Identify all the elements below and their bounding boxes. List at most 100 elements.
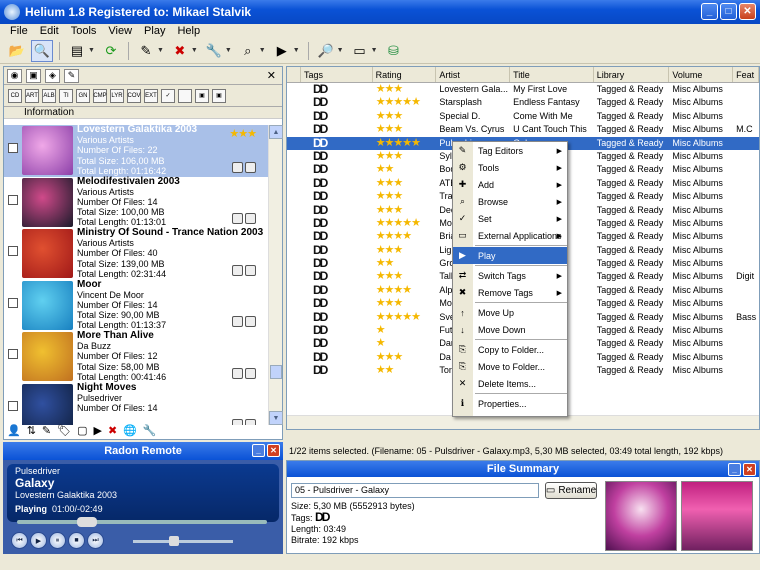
close-button[interactable]: ✕ bbox=[739, 3, 756, 20]
filter-alb-icon[interactable]: ALB bbox=[42, 88, 56, 103]
track-row[interactable]: DD ★★★ Lovestern Gala... My First Love T… bbox=[287, 83, 759, 96]
filter-view2-icon[interactable]: ▣ bbox=[212, 88, 226, 103]
menu-view[interactable]: View bbox=[102, 24, 138, 38]
open-folder-icon[interactable]: 📂 bbox=[6, 40, 28, 62]
next-icon[interactable]: ⏭ bbox=[87, 532, 104, 549]
rating-stars[interactable]: ★★★★★ bbox=[373, 96, 437, 109]
rating-stars[interactable]: ★★★ bbox=[373, 190, 437, 203]
sort-icon[interactable]: ⇅ bbox=[27, 424, 36, 437]
edit-icon[interactable]: ✎ bbox=[42, 424, 51, 437]
filter-ti-icon[interactable]: TI bbox=[59, 88, 73, 103]
column-header-artist[interactable]: Artist bbox=[436, 67, 511, 82]
rating-stars[interactable]: ★★★ bbox=[373, 204, 437, 217]
album-checkbox[interactable] bbox=[8, 194, 18, 205]
track-hscrollbar[interactable] bbox=[287, 415, 759, 429]
menu-file[interactable]: File bbox=[4, 24, 34, 38]
rating-stars[interactable]: ★★ bbox=[373, 364, 437, 377]
album-item[interactable]: More Than Alive Da Buzz Number Of Files:… bbox=[4, 330, 270, 383]
column-header-library[interactable]: Library bbox=[594, 67, 670, 82]
rating-stars[interactable]: ★★ bbox=[373, 163, 437, 176]
rating-stars[interactable]: ★★★ bbox=[373, 150, 437, 163]
rating-stars[interactable]: ★★★ bbox=[373, 270, 437, 283]
filter-uncheck-icon[interactable] bbox=[178, 88, 192, 103]
rating-stars[interactable]: ★★★ bbox=[373, 123, 437, 136]
rating-stars[interactable]: ★★ bbox=[373, 257, 437, 270]
rating-stars[interactable]: ★★★★★ bbox=[373, 217, 437, 230]
rating-stars[interactable]: ★★★ bbox=[373, 297, 437, 310]
delete-icon[interactable]: ✖ bbox=[108, 424, 117, 437]
database-icon[interactable]: ⛁ bbox=[383, 40, 405, 62]
pause-icon[interactable]: ⏸ bbox=[49, 532, 66, 549]
stop-icon[interactable]: ■ bbox=[68, 532, 85, 549]
rating-stars[interactable]: ★ bbox=[373, 324, 437, 337]
tab-tools-icon[interactable]: ✎ bbox=[64, 68, 79, 83]
tab-web-icon[interactable]: ◈ bbox=[45, 68, 60, 83]
view-icon[interactable]: ▤ bbox=[66, 40, 88, 62]
album-checkbox[interactable] bbox=[8, 297, 18, 308]
rating-stars[interactable]: ★★★★ bbox=[373, 284, 437, 297]
tab-albums-icon[interactable]: ◉ bbox=[7, 68, 22, 83]
context-item-tag-editors[interactable]: ✎ Tag Editors ▶ bbox=[453, 142, 567, 159]
album-checkbox[interactable] bbox=[8, 246, 18, 256]
context-item-browse[interactable]: ⌕ Browse ▶ bbox=[453, 193, 567, 210]
context-item-delete-items[interactable]: ✕ Delete Items... bbox=[453, 375, 567, 392]
filter-art-icon[interactable]: ART bbox=[25, 88, 39, 103]
tag-edit-icon[interactable]: ✎ bbox=[135, 40, 157, 62]
rating-stars[interactable]: ★★★ bbox=[373, 83, 437, 96]
track-row[interactable]: DD ★★★★★ Starsplash Endless Fantasy Tagg… bbox=[287, 96, 759, 109]
filter-cov-icon[interactable]: COV bbox=[127, 88, 141, 103]
column-header-tags[interactable]: Tags bbox=[301, 67, 373, 82]
filename-field[interactable]: 05 - Pulsdriver - Galaxy bbox=[291, 483, 539, 498]
column-header-feat[interactable]: Feat bbox=[733, 67, 759, 82]
layout-icon[interactable]: ▭ bbox=[349, 40, 371, 62]
radon-minimize-button[interactable]: _ bbox=[252, 444, 265, 457]
menu-edit[interactable]: Edit bbox=[34, 24, 65, 38]
tab-info-icon[interactable]: ▣ bbox=[26, 68, 41, 83]
rating-stars[interactable]: ★ bbox=[373, 337, 437, 350]
web-icon[interactable]: 🌐 bbox=[123, 424, 137, 437]
context-item-set[interactable]: ✓ Set ▶ bbox=[453, 210, 567, 227]
volume-slider[interactable] bbox=[133, 536, 233, 546]
rating-stars[interactable]: ★★★ bbox=[373, 244, 437, 257]
zoom-icon[interactable]: 🔎 bbox=[315, 40, 337, 62]
album-item[interactable]: Ministry Of Sound - Trance Nation 2003 V… bbox=[4, 227, 270, 280]
filter-lyr-icon[interactable]: LYR bbox=[110, 88, 124, 103]
context-item-remove-tags[interactable]: ✖ Remove Tags ▶ bbox=[453, 284, 567, 301]
filter-genre-icon[interactable]: GN bbox=[76, 88, 90, 103]
album-scrollbar[interactable]: ▲ ▼ bbox=[268, 125, 283, 425]
album-item[interactable]: Night Moves Pulsedriver Number Of Files:… bbox=[4, 382, 270, 425]
box-icon[interactable]: ▢ bbox=[77, 424, 87, 437]
context-item-play[interactable]: ▶ Play bbox=[453, 247, 567, 264]
album-item[interactable]: Moor Vincent De Moor Number Of Files: 14… bbox=[4, 279, 270, 331]
fs-close-button[interactable]: ✕ bbox=[743, 463, 756, 476]
minimize-button[interactable]: _ bbox=[701, 3, 718, 20]
wrench-icon[interactable]: 🔧 bbox=[143, 424, 157, 437]
filter-ext-icon[interactable]: EXT bbox=[144, 88, 158, 103]
filter-view1-icon[interactable]: ▣ bbox=[195, 88, 209, 103]
tag-icon[interactable]: 🏷 bbox=[57, 424, 71, 437]
play-album-icon[interactable]: ▶ bbox=[94, 424, 102, 437]
track-row[interactable]: DD ★★★ Special D. Come With Me Tagged & … bbox=[287, 110, 759, 123]
rating-stars[interactable]: ★★★ bbox=[373, 110, 437, 123]
column-header-volume[interactable]: Volume bbox=[669, 67, 734, 82]
filter-cd-icon[interactable]: CD bbox=[8, 88, 22, 103]
search-icon[interactable]: ⌕ bbox=[237, 40, 259, 62]
rename-button[interactable]: ▭ Rename bbox=[545, 482, 597, 499]
rating-stars[interactable]: ★★★★★ bbox=[373, 311, 437, 324]
remove-tag-icon[interactable]: ✖ bbox=[169, 40, 191, 62]
context-item-tools[interactable]: ⚙ Tools ▶ bbox=[453, 159, 567, 176]
track-row[interactable]: DD ★★★ Beam Vs. Cyrus U Cant Touch This … bbox=[287, 123, 759, 136]
play-icon[interactable]: ▶ bbox=[271, 40, 293, 62]
column-header-rating[interactable]: Rating bbox=[373, 67, 437, 82]
user-icon[interactable]: 👤 bbox=[7, 424, 21, 437]
column-header-title[interactable]: Title bbox=[510, 67, 594, 82]
context-item-move-up[interactable]: ↑ Move Up bbox=[453, 304, 567, 321]
menu-tools[interactable]: Tools bbox=[65, 24, 103, 38]
album-item[interactable]: Melodifestivalen 2003 Various Artists Nu… bbox=[4, 176, 270, 228]
context-item-move-to-folder[interactable]: ⎘ Move to Folder... bbox=[453, 358, 567, 375]
rating-stars[interactable]: ★★★★★ bbox=[373, 137, 437, 150]
play-button-icon[interactable]: ▶ bbox=[30, 532, 47, 549]
panel-close-icon[interactable]: ✕ bbox=[267, 69, 276, 82]
filter-cmp-icon[interactable]: CMP bbox=[93, 88, 107, 103]
rating-stars[interactable]: ★★★ bbox=[373, 177, 437, 190]
